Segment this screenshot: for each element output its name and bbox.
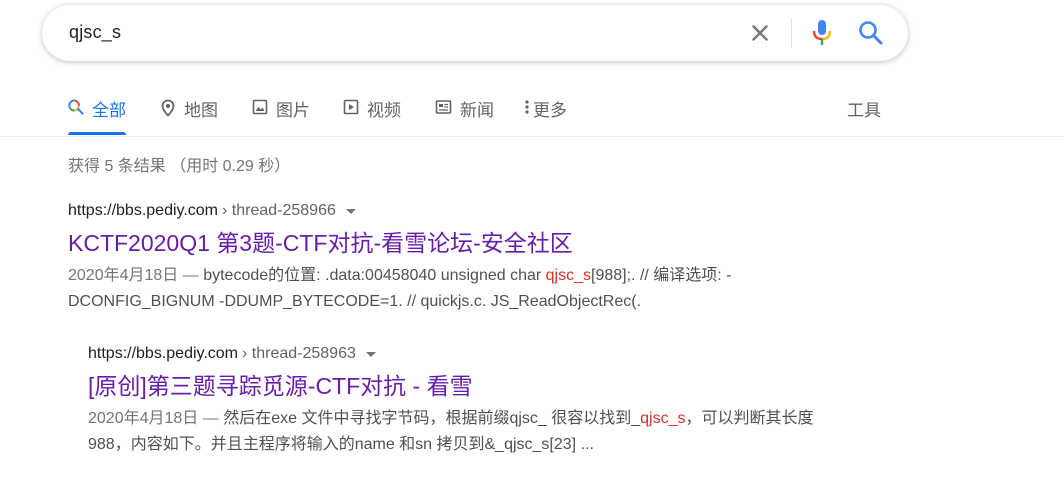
video-play-icon [343, 99, 359, 115]
result-menu-arrow-icon[interactable] [345, 208, 356, 214]
result-date: 2020年4月18日 — [68, 267, 199, 284]
more-vert-icon [525, 100, 529, 114]
search-icon[interactable] [857, 19, 885, 47]
search-input[interactable]: qjsc_s [69, 22, 121, 43]
result-url[interactable]: https://bbs.pediy.com › thread-258963 [88, 345, 828, 363]
snippet-highlight: qjsc_s [545, 267, 592, 284]
mic-icon[interactable] [810, 18, 834, 48]
search-multicolor-icon [68, 99, 84, 115]
tab-videos-label: 视频 [367, 101, 401, 120]
tab-more[interactable]: 更多 [525, 96, 567, 136]
result-title-link[interactable]: KCTF2020Q1 第3题-CTF对抗-看雪论坛-安全社区 [68, 228, 808, 258]
tools-button[interactable]: 工具 [847, 96, 881, 121]
image-icon [252, 99, 268, 115]
result-snippet: 2020年4月18日 — bytecode的位置: .data:00458040… [68, 263, 808, 315]
tab-news-label: 新闻 [460, 101, 494, 120]
tab-all[interactable]: 全部 [68, 96, 126, 136]
result-date: 2020年4月18日 — [88, 410, 219, 427]
snippet-text-pre: 然后在exe 文件中寻找字节码，根据前缀qjsc_ 很容以找到_ [218, 410, 641, 427]
result-menu-arrow-icon[interactable] [365, 351, 376, 357]
snippet-text-pre: bytecode的位置: .data:00458040 unsigned cha… [198, 267, 546, 284]
search-divider [791, 18, 792, 48]
result-path: › thread-258966 [222, 202, 336, 219]
tab-maps[interactable]: 地图 [160, 96, 218, 136]
tab-maps-label: 地图 [184, 101, 218, 120]
snippet-highlight: qjsc_s [640, 410, 686, 427]
tab-news[interactable]: 新闻 [435, 96, 494, 136]
result-title-link[interactable]: [原创]第三题寻踪觅源-CTF对抗 - 看雪 [88, 371, 828, 401]
search-box[interactable]: qjsc_s [42, 5, 908, 61]
search-result: https://bbs.pediy.com › thread-258966 KC… [68, 202, 808, 315]
search-result: https://bbs.pediy.com › thread-258963 [原… [88, 345, 828, 458]
result-domain: https://bbs.pediy.com [68, 202, 218, 219]
tab-images[interactable]: 图片 [252, 96, 310, 136]
result-domain: https://bbs.pediy.com [88, 345, 238, 362]
result-path: › thread-258963 [242, 345, 356, 362]
tab-images-label: 图片 [276, 101, 310, 120]
map-pin-icon [161, 99, 175, 117]
tab-videos[interactable]: 视频 [343, 96, 401, 136]
nav-divider [0, 136, 1064, 137]
result-snippet: 2020年4月18日 — 然后在exe 文件中寻找字节码，根据前缀qjsc_ 很… [88, 406, 828, 458]
result-stats: 获得 5 条结果 （用时 0.29 秒） [68, 158, 291, 175]
tab-all-label: 全部 [92, 101, 126, 120]
tab-more-label: 更多 [533, 101, 567, 120]
result-url[interactable]: https://bbs.pediy.com › thread-258966 [68, 202, 808, 220]
news-icon [435, 100, 452, 114]
clear-icon[interactable] [747, 20, 773, 46]
